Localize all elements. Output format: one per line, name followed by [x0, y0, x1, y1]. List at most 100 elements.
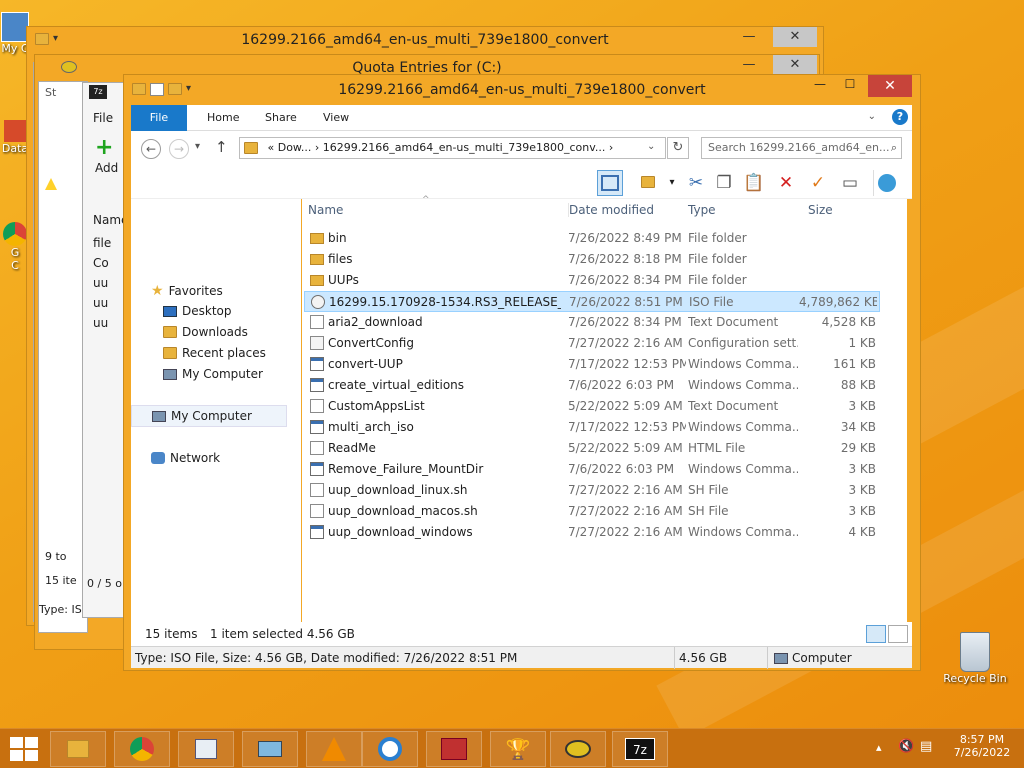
- taskbar-chrome[interactable]: [114, 731, 170, 767]
- tools-icon: [4, 120, 26, 142]
- table-row[interactable]: aria2_download 7/26/2022 8:34 PM Text Docu…: [304, 312, 880, 333]
- table-row[interactable]: files 7/26/2022 8:18 PM File folder: [304, 249, 880, 270]
- table-row[interactable]: convert-UUP 7/17/2022 12:53 PM Windows Com…: [304, 354, 880, 375]
- table-row[interactable]: 16299.15.170928-1534.RS3_RELEASE_CLIE...…: [304, 291, 880, 312]
- nav-network[interactable]: Network: [151, 451, 220, 465]
- file-menu[interactable]: File: [93, 111, 113, 125]
- help-icon[interactable]: ?: [892, 109, 908, 125]
- forward-button[interactable]: →: [169, 139, 189, 159]
- maximize-button[interactable]: ☐: [836, 77, 864, 95]
- tab-view[interactable]: View: [309, 105, 363, 131]
- file-name: UUPs: [328, 273, 359, 287]
- address-dropdown-icon[interactable]: ⌄: [647, 141, 655, 152]
- selection-info: 1 item selected 4.56 GB: [210, 627, 355, 641]
- column-header-type[interactable]: Type: [688, 203, 716, 217]
- taskbar-news[interactable]: [426, 731, 482, 767]
- add-button-label[interactable]: Add: [95, 161, 118, 175]
- rename-icon[interactable]: ▭: [837, 170, 863, 196]
- address-bar[interactable]: « Dow... › 16299.2166_amd64_en-us_multi_…: [239, 137, 666, 159]
- nav-desktop[interactable]: Desktop: [163, 304, 232, 318]
- file-type: Windows Comma...: [688, 420, 798, 434]
- taskbar-quota[interactable]: [550, 731, 606, 767]
- table-row[interactable]: Remove_Failure_MountDir 7/6/2022 6:03 PM W…: [304, 459, 880, 480]
- taskbar-explorer[interactable]: [50, 731, 106, 767]
- nav-favorites[interactable]: ★ Favorites: [151, 283, 223, 299]
- table-row[interactable]: ReadMe 5/22/2022 5:09 AM HTML File 29 KB: [304, 438, 880, 459]
- list-item[interactable]: uu: [93, 273, 111, 293]
- table-row[interactable]: uup_download_windows 7/27/2022 2:16 AM Win…: [304, 522, 880, 543]
- preview-pane-icon[interactable]: [597, 170, 623, 196]
- start-button[interactable]: [10, 737, 38, 761]
- sevenzip-window[interactable]: 7z File + Add Name file Co uu uu uu 0 / …: [82, 82, 128, 618]
- list-item[interactable]: Co: [93, 253, 111, 273]
- taskbar-weather[interactable]: [362, 731, 418, 767]
- taskbar-disk-tool[interactable]: [242, 731, 298, 767]
- table-row[interactable]: multi_arch_iso 7/17/2022 12:53 PM Windows …: [304, 417, 880, 438]
- nav-mycomputer-fav[interactable]: My Computer: [163, 367, 263, 381]
- nav-my-computer[interactable]: My Computer: [131, 405, 287, 427]
- volume-muted-icon[interactable]: 🔇: [898, 739, 914, 754]
- column-header-size[interactable]: Size: [808, 203, 833, 217]
- copy-icon[interactable]: ❐: [711, 170, 737, 196]
- tab-share[interactable]: Share: [251, 105, 311, 131]
- taskbar-trophy[interactable]: 🏆: [490, 731, 546, 767]
- large-icons-view-icon[interactable]: [888, 625, 908, 643]
- minimize-button[interactable]: —: [806, 77, 834, 95]
- nav-recent-places[interactable]: Recent places: [163, 346, 266, 360]
- up-arrow-icon[interactable]: ↑: [215, 138, 228, 156]
- file-list-view: ^ Name Date modified Type Size bin 7/26/2…: [302, 195, 907, 622]
- list-item[interactable]: uu: [93, 313, 111, 333]
- tab-file[interactable]: File: [131, 105, 187, 131]
- minimize-button[interactable]: —: [727, 27, 771, 47]
- table-row[interactable]: create_virtual_editions 7/6/2022 6:03 PM W…: [304, 375, 880, 396]
- globe-icon[interactable]: [873, 170, 899, 196]
- drive-icon: [565, 740, 591, 758]
- disk-icon: [258, 741, 282, 757]
- table-row[interactable]: UUPs 7/26/2022 8:34 PM File folder: [304, 270, 880, 291]
- table-row[interactable]: bin 7/26/2022 8:49 PM File folder: [304, 228, 880, 249]
- details-view-icon[interactable]: [866, 625, 886, 643]
- change-view-icon[interactable]: [635, 170, 661, 196]
- close-button[interactable]: ✕: [773, 55, 817, 75]
- table-row[interactable]: uup_download_macos.sh 7/27/2022 2:16 AM SH…: [304, 501, 880, 522]
- close-button[interactable]: ✕: [773, 27, 817, 47]
- refresh-button[interactable]: ↻: [667, 137, 689, 159]
- chevron-down-icon[interactable]: ▾: [659, 170, 685, 196]
- delete-icon[interactable]: ✕: [773, 170, 799, 196]
- clock[interactable]: 8:57 PM 7/26/2022: [950, 733, 1014, 759]
- taskbar-vlc[interactable]: [306, 731, 362, 767]
- nav-downloads[interactable]: Downloads: [163, 325, 248, 339]
- list-item[interactable]: uu: [93, 293, 111, 313]
- network-icon: [151, 452, 165, 464]
- folder-icon: [244, 142, 258, 154]
- close-button[interactable]: ✕: [868, 75, 912, 97]
- file-name: uup_download_linux.sh: [328, 483, 468, 497]
- file-type: File folder: [688, 231, 747, 245]
- network-tray-icon[interactable]: ▤: [920, 739, 932, 754]
- paste-icon[interactable]: 📋: [741, 170, 767, 196]
- list-item[interactable]: file: [93, 233, 111, 253]
- back-button[interactable]: ←: [141, 139, 161, 159]
- taskbar-7zip[interactable]: 7z: [612, 731, 668, 767]
- recent-locations-dropdown[interactable]: ▾: [195, 141, 200, 152]
- cut-icon[interactable]: ✂: [683, 170, 709, 196]
- tab-home[interactable]: Home: [193, 105, 253, 131]
- file-size: 3 KB: [848, 399, 876, 413]
- checkmark-icon[interactable]: ✓: [805, 170, 831, 196]
- chevron-down-icon[interactable]: ⌄: [868, 111, 876, 122]
- trophy-icon: 🏆: [505, 737, 531, 761]
- column-header-name[interactable]: Name: [308, 203, 343, 217]
- table-row[interactable]: ConvertConfig 7/27/2022 2:16 AM Configurat…: [304, 333, 880, 354]
- taskbar-task-manager[interactable]: [178, 731, 234, 767]
- table-row[interactable]: CustomAppsList 5/22/2022 5:09 AM Text Docu…: [304, 396, 880, 417]
- desktop-icon-recycle-bin[interactable]: Recycle Bin: [940, 632, 1010, 685]
- tray-overflow-icon[interactable]: ▴: [876, 741, 882, 754]
- file-type: HTML File: [688, 441, 746, 455]
- column-header-date[interactable]: Date modified: [568, 203, 654, 217]
- search-input[interactable]: Search 16299.2166_amd64_en... ⌕: [701, 137, 902, 159]
- file-type: ISO File: [689, 295, 734, 309]
- explorer-window[interactable]: ▾ 16299.2166_amd64_en-us_multi_739e1800_…: [123, 74, 921, 671]
- desktop-icon-label: Recycle Bin: [943, 672, 1007, 685]
- table-row[interactable]: uup_download_linux.sh 7/27/2022 2:16 AM SH…: [304, 480, 880, 501]
- minimize-button[interactable]: —: [727, 55, 771, 75]
